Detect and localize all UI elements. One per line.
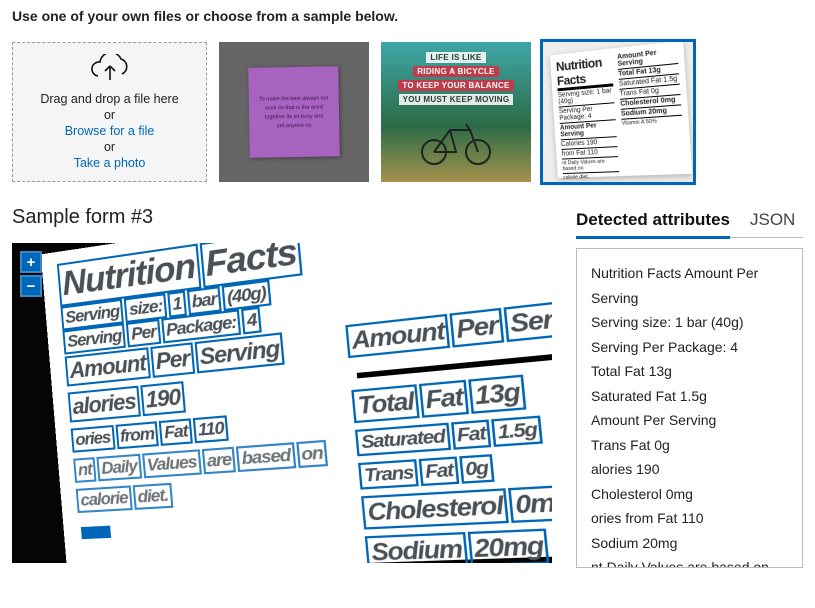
detected-word[interactable]: Amount bbox=[67, 350, 149, 385]
tab-detected-attributes[interactable]: Detected attributes bbox=[576, 206, 730, 239]
attribute-line: Amount Per Serving bbox=[591, 408, 788, 433]
detected-word[interactable]: Serving bbox=[506, 298, 552, 339]
detected-word[interactable]: Daily bbox=[99, 456, 140, 479]
detected-word[interactable]: Amount bbox=[348, 316, 448, 355]
detected-word[interactable]: Serving bbox=[196, 335, 282, 372]
detected-word[interactable]: 20mg bbox=[470, 531, 547, 563]
detected-word[interactable]: on bbox=[298, 442, 326, 466]
divider bbox=[357, 349, 552, 379]
attribute-line: Sodium 20mg bbox=[591, 531, 788, 556]
detected-word[interactable]: Sodium bbox=[368, 534, 466, 563]
attribute-line: Serving Per Package: 4 bbox=[591, 335, 788, 360]
detected-word[interactable]: 110 bbox=[195, 418, 227, 441]
detected-word[interactable]: 1 bbox=[170, 293, 185, 315]
detected-word[interactable]: 4 bbox=[244, 309, 259, 332]
bike-text: RIDING A BICYCLE bbox=[413, 66, 499, 77]
result-tabs: Detected attributes JSON bbox=[576, 206, 803, 238]
note-line: work so that is the word bbox=[265, 104, 323, 111]
detected-word[interactable]: ories bbox=[73, 427, 113, 450]
detected-word[interactable]: calorie bbox=[78, 488, 131, 511]
pv-row: Sodium20mg bbox=[368, 527, 552, 563]
note-line: To make the best always our bbox=[259, 95, 329, 102]
upload-cloud-icon bbox=[89, 54, 131, 84]
zoom-controls: + − bbox=[20, 251, 42, 297]
detected-word[interactable]: Trans bbox=[361, 462, 417, 488]
instruction-text: Use one of your own files or choose from… bbox=[12, 8, 803, 24]
detected-word[interactable]: (40g) bbox=[224, 282, 269, 309]
detected-word[interactable]: alories bbox=[70, 388, 139, 421]
detected-word[interactable]: Per bbox=[128, 321, 158, 345]
detected-word[interactable]: nt bbox=[75, 459, 94, 480]
detected-word[interactable]: Serving bbox=[63, 301, 123, 328]
detected-attributes-list: Nutrition Facts Amount Per ServingServin… bbox=[576, 248, 803, 568]
detected-word[interactable]: Per bbox=[453, 310, 502, 345]
detected-word[interactable]: Serving bbox=[65, 325, 125, 352]
detected-word[interactable]: 190 bbox=[142, 383, 183, 414]
detected-word[interactable]: diet. bbox=[135, 485, 171, 508]
zoom-in-button[interactable]: + bbox=[20, 251, 42, 273]
attribute-line: Total Fat 13g bbox=[591, 359, 788, 384]
detected-word[interactable]: are bbox=[204, 449, 234, 472]
detected-word[interactable]: from bbox=[117, 423, 157, 447]
detected-word[interactable]: 0mg bbox=[511, 487, 552, 521]
main-row: Sample form #3 + − NutritionFacts Servin… bbox=[12, 206, 803, 568]
pv-row: caloriediet. bbox=[78, 475, 329, 511]
pv-row: TotalFat13g bbox=[354, 369, 552, 421]
attribute-line: Trans Fat 0g bbox=[591, 433, 788, 458]
bike-text: LIFE IS LIKE bbox=[426, 52, 485, 63]
detected-word[interactable]: Fat bbox=[422, 459, 457, 484]
detected-word[interactable]: Fat bbox=[161, 421, 190, 444]
dropzone-or2: or bbox=[104, 140, 115, 154]
attribute-line: Nutrition Facts Amount Per Serving bbox=[591, 261, 788, 310]
detected-word[interactable]: bar bbox=[189, 288, 220, 313]
tab-json[interactable]: JSON bbox=[750, 206, 795, 237]
detected-word[interactable]: based bbox=[239, 445, 294, 470]
detected-word[interactable]: Cholesterol bbox=[364, 491, 507, 528]
zoom-out-button[interactable]: − bbox=[20, 275, 42, 297]
attribute-line: Serving size: 1 bar (40g) bbox=[591, 310, 788, 335]
sticky-note: To make the best always our work so that… bbox=[248, 66, 340, 158]
pv-row: ntDailyValuesarebasedon bbox=[75, 442, 326, 481]
detected-word[interactable]: 0g bbox=[462, 457, 492, 482]
file-dropzone[interactable]: Drag and drop a file here or Browse for … bbox=[12, 42, 207, 182]
attribute-line: alories 190 bbox=[591, 457, 788, 482]
detected-word[interactable]: 13g bbox=[471, 377, 524, 411]
detected-word[interactable]: Per bbox=[153, 345, 193, 376]
nut-row: calorie diet. bbox=[563, 172, 620, 182]
note-line: yet anyone no bbox=[277, 122, 312, 129]
detected-word[interactable]: 1.5g bbox=[494, 418, 540, 444]
detected-word[interactable]: Fat bbox=[422, 382, 467, 415]
detected-word[interactable]: size: bbox=[126, 295, 165, 320]
dropzone-or1: or bbox=[104, 108, 115, 122]
samples-row: Drag and drop a file here or Browse for … bbox=[12, 42, 803, 182]
attribute-line: Cholesterol 0mg bbox=[591, 482, 788, 507]
sample-title: Sample form #3 bbox=[12, 206, 552, 229]
sample-thumb-1[interactable]: To make the best always our work so that… bbox=[219, 42, 369, 182]
browse-file-link[interactable]: Browse for a file bbox=[65, 124, 155, 138]
attribute-line: ories from Fat 110 bbox=[591, 506, 788, 531]
take-photo-link[interactable]: Take a photo bbox=[74, 156, 146, 170]
bike-text: YOU MUST KEEP MOVING bbox=[399, 94, 514, 105]
sample-thumb-2[interactable]: LIFE IS LIKE RIDING A BICYCLE TO KEEP YO… bbox=[381, 42, 531, 182]
attribute-line: Saturated Fat 1.5g bbox=[591, 384, 788, 409]
note-line: together its so busy and bbox=[265, 113, 324, 120]
nut-title: Nutrition Facts bbox=[556, 54, 614, 92]
pv-row: TransFat0g bbox=[361, 448, 552, 488]
bike-text: TO KEEP YOUR BALANCE bbox=[398, 80, 513, 91]
pv-row: Cholesterol0mg bbox=[364, 484, 552, 527]
sample-thumb-3[interactable]: Nutrition Facts Serving size: 1 bar (40g… bbox=[543, 42, 693, 182]
detected-word[interactable]: Fat bbox=[453, 422, 488, 447]
nutrition-mini-label: Nutrition Facts Serving size: 1 bar (40g… bbox=[550, 42, 693, 178]
detected-word[interactable]: Total bbox=[354, 387, 417, 421]
nutrition-preview-label: NutritionFacts Servingsize:1bar(40g) Ser… bbox=[41, 243, 552, 563]
dropzone-line1: Drag and drop a file here bbox=[40, 92, 178, 106]
bicycle-icon bbox=[416, 116, 496, 166]
selection-indicator bbox=[81, 526, 111, 540]
detected-word[interactable]: Values bbox=[144, 452, 200, 477]
image-preview[interactable]: + − NutritionFacts Servingsize:1bar(40g)… bbox=[12, 243, 552, 563]
attribute-line: nt Daily Values are based on bbox=[591, 555, 788, 568]
detected-word[interactable]: Saturated bbox=[358, 425, 448, 454]
detected-word[interactable]: Package: bbox=[163, 312, 239, 342]
